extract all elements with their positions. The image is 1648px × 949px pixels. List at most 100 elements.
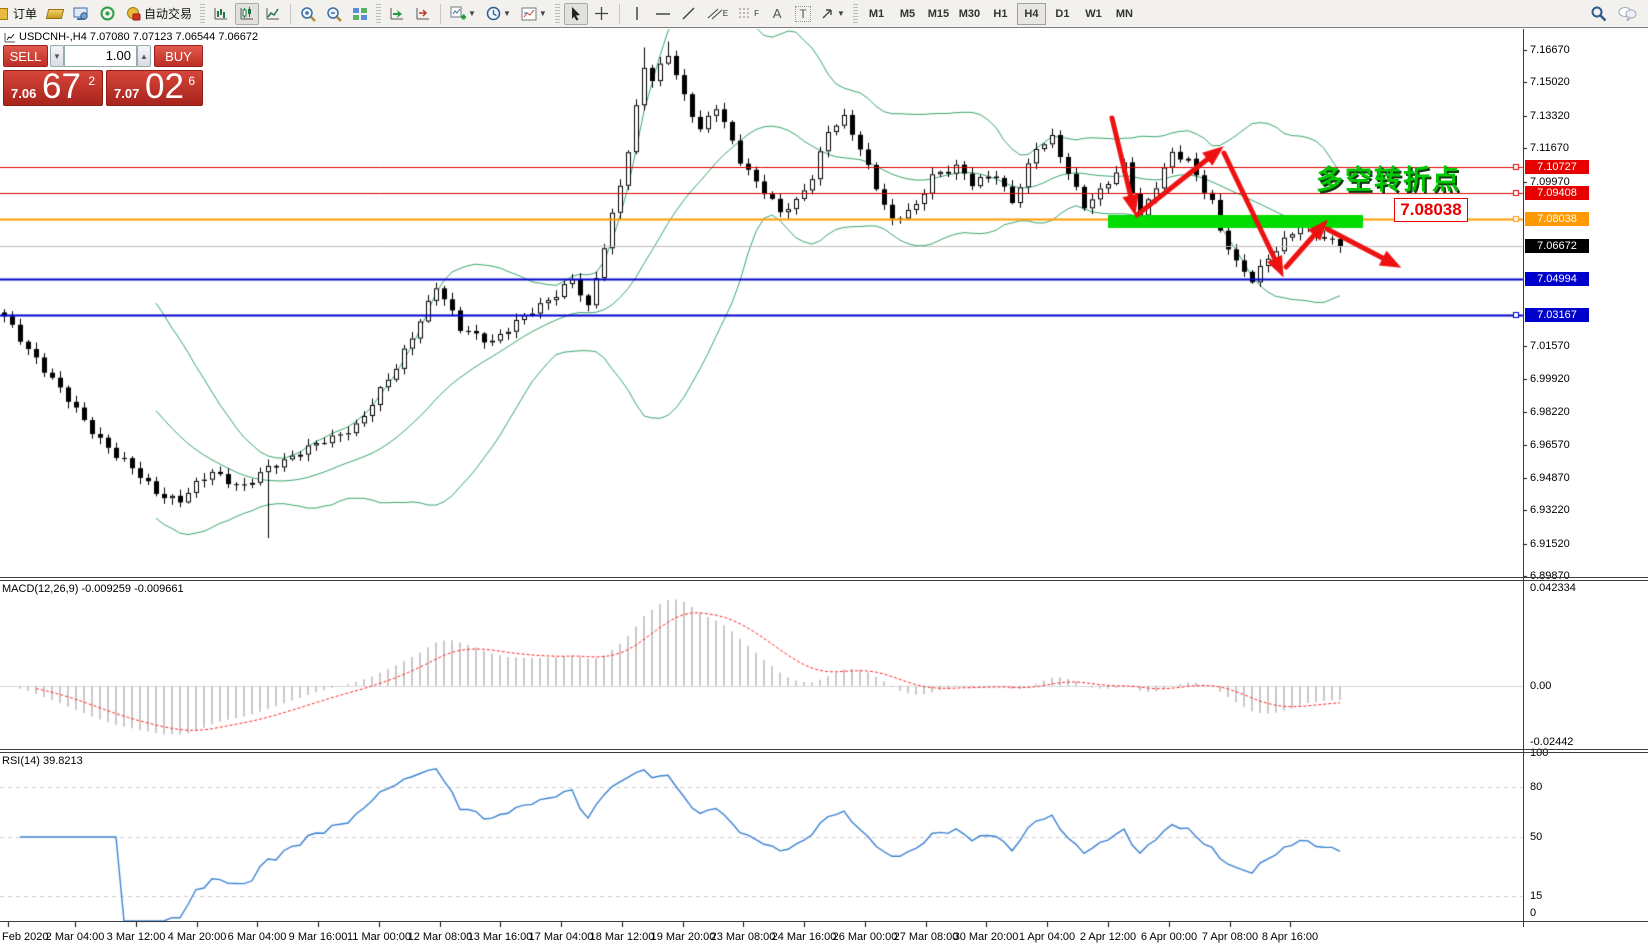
clock-icon [486, 6, 501, 21]
timeframe-button-w1[interactable]: W1 [1079, 3, 1108, 25]
rsi-scale-label: 15 [1530, 890, 1542, 902]
fibonacci-tool-button[interactable]: F [734, 3, 763, 25]
buy-price-prefix: 7.07 [114, 86, 139, 101]
news-button[interactable] [95, 3, 119, 25]
crosshair-tool-button[interactable] [590, 3, 614, 25]
time-tick-label: 19 Mar 20:00 [651, 931, 716, 943]
terminal-button[interactable] [69, 3, 93, 25]
sell-button[interactable]: SELL [3, 45, 48, 67]
time-tick-label: 12 Mar 08:00 [408, 931, 473, 943]
volume-increase-button[interactable]: ▲ [137, 45, 151, 67]
vertical-line-tool-button[interactable] [625, 3, 649, 25]
symbol-info-text: USDCNH-,H4 7.07080 7.07123 7.06544 7.066… [19, 31, 258, 43]
rsi-scale-label: 0 [1530, 907, 1536, 919]
time-tick-label: 2 Mar 04:00 [46, 931, 105, 943]
auto-scroll-button[interactable] [385, 3, 409, 25]
tile-windows-button[interactable] [348, 3, 372, 25]
chart-plot[interactable] [0, 0, 1648, 949]
channel-tool-button[interactable]: E [703, 3, 732, 25]
zoom-out-button[interactable] [322, 3, 346, 25]
indicators-button[interactable]: ▼ [446, 3, 480, 25]
toolbar: 订单 自动交易 ▼ ▼ [0, 0, 1648, 28]
bar-chart-button[interactable] [209, 3, 233, 25]
buy-price-main: 02 [145, 67, 184, 107]
price-level-badge: 7.10727 [1525, 160, 1589, 174]
periods-button[interactable]: ▼ [482, 3, 515, 25]
time-tick-label: 8 Apr 16:00 [1262, 931, 1318, 943]
buy-button[interactable]: BUY [154, 45, 203, 67]
timeframe-button-m15[interactable]: M15 [924, 3, 953, 25]
horizontal-line-tool-button[interactable] [651, 3, 675, 25]
cursor-tool-button[interactable] [564, 3, 588, 25]
time-tick-label: 11 Mar 00:00 [347, 931, 411, 943]
panel-separator[interactable] [0, 577, 1648, 578]
text-tool-label: A [773, 6, 782, 21]
dropdown-caret-icon: ▼ [837, 9, 845, 18]
price-tag-label[interactable]: 7.08038 [1394, 198, 1468, 222]
price-tick-label: 6.99920 [1530, 373, 1570, 385]
candlestick-chart-icon [239, 6, 255, 21]
turning-point-annotation[interactable]: 多空转折点 [1316, 158, 1461, 197]
line-chart-button[interactable] [261, 3, 285, 25]
panel-separator[interactable] [0, 580, 1648, 581]
sell-price-button[interactable]: 7.06 67 2 [3, 70, 103, 106]
price-tick-label: 7.15020 [1530, 76, 1570, 88]
target-icon [100, 6, 115, 21]
rsi-indicator-label: RSI(14) 39.8213 [2, 755, 83, 767]
robot-icon [125, 7, 141, 21]
timeframe-button-m5[interactable]: M5 [893, 3, 922, 25]
time-tick-label: 6 Mar 04:00 [228, 931, 287, 943]
price-tick-label: 6.96570 [1530, 439, 1570, 451]
chat-icon [1617, 6, 1637, 21]
arrow-tool-icon [821, 7, 835, 20]
time-tick-label: 30 Mar 20:00 [954, 931, 1019, 943]
new-order-icon [0, 8, 8, 20]
candlestick-chart-button[interactable] [235, 3, 259, 25]
sell-price-pip: 2 [88, 74, 95, 88]
chart-shift-button[interactable] [411, 3, 435, 25]
toolbar-separator [619, 4, 620, 24]
new-order-button[interactable]: 订单 [0, 3, 41, 25]
zoom-out-icon [326, 6, 342, 22]
terminal-icon [73, 7, 89, 21]
arrows-tool-button[interactable]: ▼ [817, 3, 849, 25]
chart-symbol-icon [4, 32, 16, 43]
time-tick-label: 2 Apr 12:00 [1080, 931, 1136, 943]
time-tick-label: 17 Mar 04:00 [529, 931, 594, 943]
time-tick-label: 13 Mar 16:00 [468, 931, 533, 943]
equidistant-channel-icon [707, 7, 723, 20]
text-label-tool-button[interactable]: T [791, 3, 815, 25]
timeframe-button-d1[interactable]: D1 [1048, 3, 1077, 25]
market-watch-button[interactable] [43, 3, 67, 25]
dropdown-caret-icon: ▼ [468, 9, 476, 18]
timeframe-button-m30[interactable]: M30 [955, 3, 984, 25]
chat-button[interactable] [1613, 2, 1641, 24]
search-button[interactable] [1586, 2, 1611, 24]
panel-separator[interactable] [0, 752, 1648, 753]
price-level-badge: 7.09408 [1525, 186, 1589, 200]
volume-decrease-button[interactable]: ▼ [50, 45, 64, 67]
chart-ohlc-header: USDCNH-,H4 7.07080 7.07123 7.06544 7.066… [4, 31, 258, 43]
price-tick-label: 7.11670 [1530, 142, 1569, 154]
chart-shift-icon [415, 6, 431, 21]
timeframe-button-h1[interactable]: H1 [986, 3, 1015, 25]
volume-input[interactable]: 1.00 [64, 45, 137, 67]
timeframe-button-h4[interactable]: H4 [1017, 3, 1046, 25]
timeframe-button-m1[interactable]: M1 [862, 3, 891, 25]
add-indicator-icon [450, 6, 466, 21]
horizontal-line-icon [655, 9, 671, 19]
zoom-in-button[interactable] [296, 3, 320, 25]
templates-button[interactable]: ▼ [517, 3, 551, 25]
gold-bar-icon [46, 9, 64, 19]
price-level-badge: 7.04994 [1525, 272, 1589, 286]
toolbar-separator [290, 4, 291, 24]
timeframe-button-mn[interactable]: MN [1110, 3, 1139, 25]
panel-separator[interactable] [0, 749, 1648, 750]
buy-price-button[interactable]: 7.07 02 6 [106, 70, 203, 106]
label-tool-label: T [795, 6, 810, 22]
channel-sub-label: E [723, 9, 728, 18]
price-level-badge: 7.03167 [1525, 308, 1589, 322]
text-tool-button[interactable]: A [765, 3, 789, 25]
auto-trading-button[interactable]: 自动交易 [121, 3, 196, 25]
trendline-tool-button[interactable] [677, 3, 701, 25]
